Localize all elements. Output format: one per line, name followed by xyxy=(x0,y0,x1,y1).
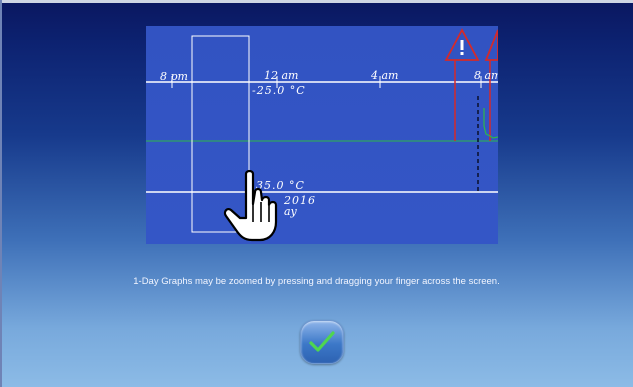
upper-temperature-label: -25.0 °C xyxy=(252,84,306,97)
alert-icon[interactable] xyxy=(444,28,480,61)
time-label-12am: 12 am xyxy=(264,69,299,82)
one-day-graph[interactable]: 8 pm 12 am 4 am 8 am -25.0 °C 35.0 °C 20… xyxy=(146,26,498,244)
checkmark-icon xyxy=(309,331,335,352)
zoom-instruction: 1-Day Graphs may be zoomed by pressing a… xyxy=(133,276,500,287)
time-label-4am: 4 am xyxy=(371,69,399,82)
pointing-hand-icon xyxy=(223,170,278,242)
time-label-8pm: 8 pm xyxy=(160,70,188,83)
time-label-8am: 8 am xyxy=(474,69,498,82)
left-border xyxy=(0,0,2,387)
temperature-trace xyxy=(483,108,498,139)
top-border xyxy=(0,0,633,3)
confirm-button[interactable] xyxy=(300,320,344,364)
graph-canvas xyxy=(146,28,498,233)
alert-icon[interactable] xyxy=(484,29,498,61)
